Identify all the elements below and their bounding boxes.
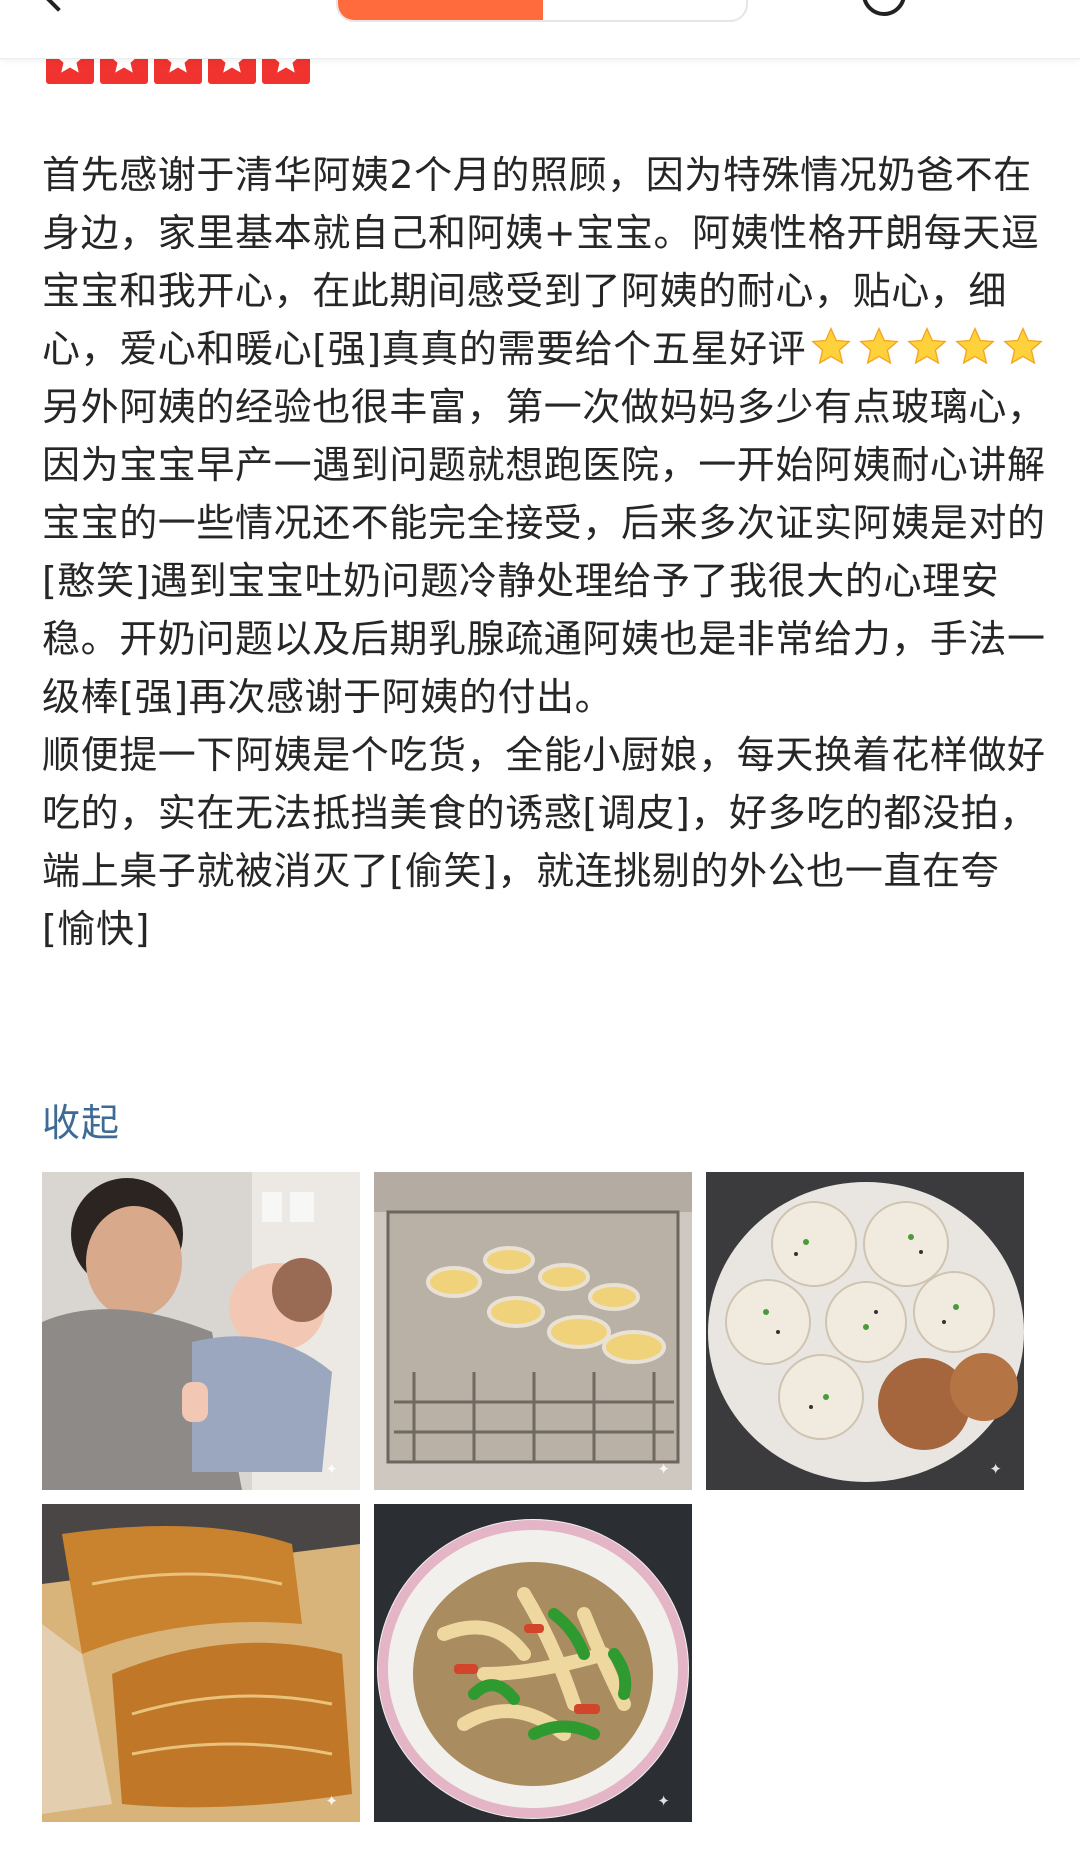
collapse-link[interactable]: 收起 [42,1092,120,1147]
review-text: 首先感谢于清华阿姨2个月的照顾，因为特殊情况奶爸不在身边，家里基本就自己和阿姨+… [42,146,1047,958]
watermark: ✦ [657,1792,670,1810]
glowing-star-icon [859,326,900,365]
review-paragraph: 顺便提一下阿姨是个吃货，全能小厨娘，每天换着花样做好吃的，实在无法抵挡美食的诱惑… [42,733,1046,951]
photo-pan-fried-buns[interactable]: ✦ [706,1172,1024,1490]
emoji-star-row [810,326,1044,368]
top-nav-bar [0,0,1080,59]
photo-baked-bread[interactable]: ✦ [42,1504,360,1822]
glowing-star-icon [1003,326,1044,365]
glowing-star-icon [907,326,948,365]
watermark: ✦ [325,1792,338,1810]
review-paragraph: 另外阿姨的经验也很丰富，第一次做妈妈多少有点玻璃心，因为宝宝早产一遇到问题就想跑… [42,385,1046,719]
watermark: ✦ [989,1460,1002,1478]
photo-nanny-with-baby[interactable]: ✦ [42,1172,360,1490]
tab-active[interactable] [338,0,543,20]
photo-stir-fry-dish[interactable]: ✦ [374,1504,692,1822]
watermark: ✦ [325,1460,338,1478]
tab-inactive[interactable] [543,0,746,20]
glowing-star-icon [955,326,996,365]
segmented-tabs [336,0,748,22]
share-icon[interactable] [862,0,906,16]
photo-egg-tarts-oven[interactable]: ✦ [374,1172,692,1490]
back-arrow-icon[interactable] [38,0,78,12]
glowing-star-icon [811,326,852,365]
watermark: ✦ [657,1460,670,1478]
review-paragraph: 首先感谢于清华阿姨2个月的照顾，因为特殊情况奶爸不在身边，家里基本就自己和阿姨+… [42,146,1047,378]
